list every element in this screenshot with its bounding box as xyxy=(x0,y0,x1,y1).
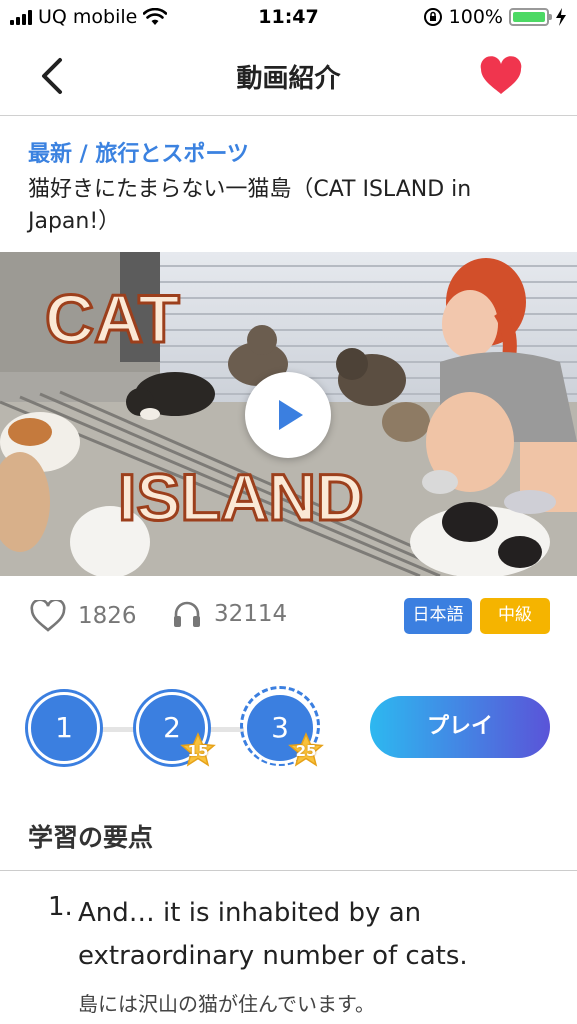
charging-icon xyxy=(556,8,566,26)
level-tag: 中級 xyxy=(480,598,550,634)
step-1-button[interactable]: 1 xyxy=(28,692,100,764)
video-category[interactable]: 最新 / 旅行とスポーツ xyxy=(28,136,249,168)
battery-percent: 100% xyxy=(448,6,503,28)
heart-outline-icon xyxy=(30,600,66,632)
headphones-icon xyxy=(174,601,200,627)
step-3-badge: 25 xyxy=(295,742,317,760)
thumbnail-title-line1: CAT xyxy=(45,281,180,357)
step-connector xyxy=(98,727,138,732)
language-tag: 日本語 xyxy=(404,598,472,634)
video-stats: 1826 32114 日本語 中級 xyxy=(0,590,577,646)
listens-count: 32114 xyxy=(214,601,288,627)
likes-stat[interactable]: 1826 xyxy=(30,600,137,632)
point-number: 1. xyxy=(48,892,73,922)
point-japanese: 島には沢山の猫が住んでいます。 xyxy=(78,992,375,1016)
battery-icon xyxy=(509,8,552,26)
play-video-button[interactable] xyxy=(245,372,331,458)
video-title: 猫好きにたまらない一猫島（CAT ISLAND in Japan!） xyxy=(28,177,472,234)
section-title: 学習の要点 xyxy=(28,823,154,852)
listens-stat: 32114 xyxy=(172,600,287,628)
point-english: And… it is inhabited by an extraordinary… xyxy=(78,898,468,971)
likes-count: 1826 xyxy=(78,603,137,629)
navigation-bar: 動画紹介 xyxy=(0,36,577,116)
play-button[interactable]: プレイ xyxy=(370,696,550,758)
play-icon xyxy=(279,400,303,430)
orientation-lock-icon xyxy=(423,8,442,26)
favorite-button[interactable] xyxy=(479,56,523,96)
thumbnail-title-line2: ISLAND xyxy=(118,460,364,534)
heart-icon xyxy=(480,56,522,94)
status-bar: UQ mobile 11:47 100% xyxy=(0,0,577,36)
status-right: 100% xyxy=(423,6,567,28)
learning-steps: 1 2 15 3 25 プレイ xyxy=(0,686,577,770)
divider xyxy=(0,870,577,871)
step-2-badge: 15 xyxy=(187,742,209,760)
